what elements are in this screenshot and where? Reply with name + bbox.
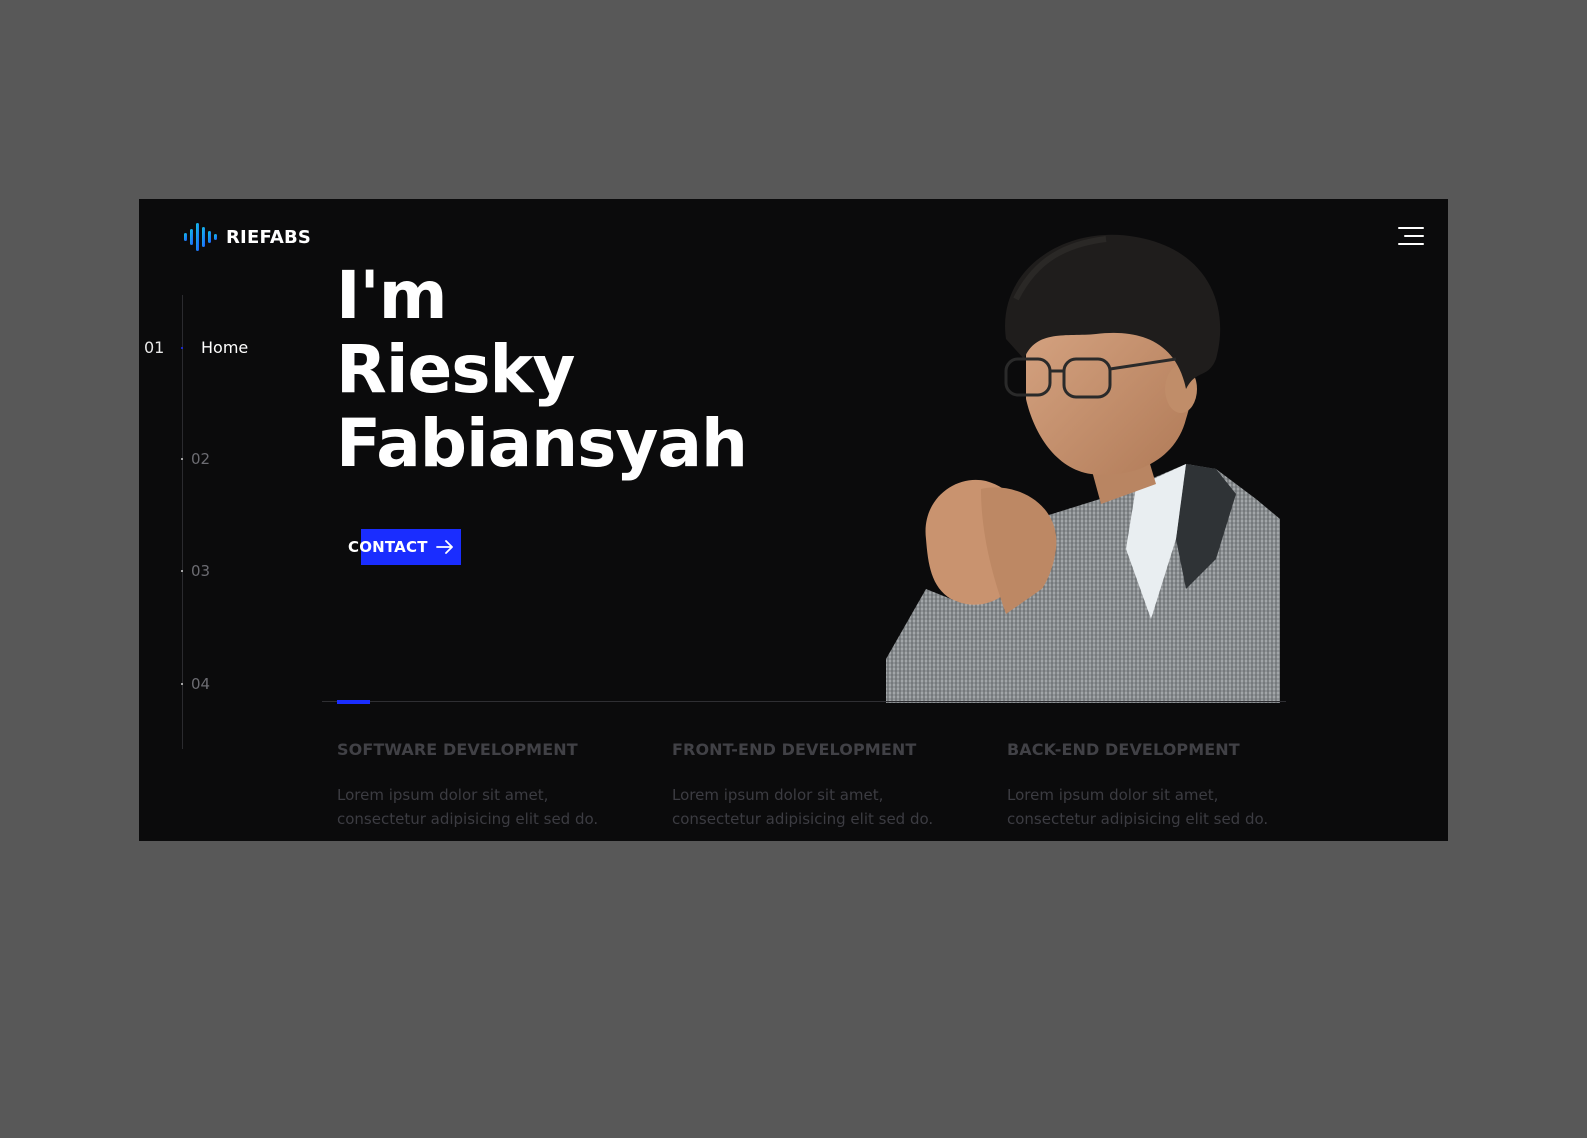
service-card: SOFTWARE DEVELOPMENT Lorem ipsum dolor s… xyxy=(337,740,637,831)
side-nav-dot xyxy=(181,683,183,685)
service-title: SOFTWARE DEVELOPMENT xyxy=(337,740,578,759)
brand-logo[interactable]: RIEFABS xyxy=(182,221,311,253)
service-description-line: Lorem ipsum dolor sit amet, xyxy=(1007,786,1219,804)
service-card: BACK-END DEVELOPMENT Lorem ipsum dolor s… xyxy=(1007,740,1307,831)
hero-line-2: Riesky xyxy=(336,331,575,408)
service-card: FRONT-END DEVELOPMENT Lorem ipsum dolor … xyxy=(672,740,972,831)
side-nav-item-02[interactable]: 02 xyxy=(191,450,210,468)
service-title: BACK-END DEVELOPMENT xyxy=(1007,740,1240,759)
contact-button[interactable]: CONTACT xyxy=(348,529,461,565)
side-nav-dot-active xyxy=(181,347,183,349)
divider-progress-accent xyxy=(337,700,370,704)
section-divider xyxy=(322,701,1286,702)
side-nav-item-home[interactable]: Home xyxy=(201,338,248,357)
hero-line-1: I'm xyxy=(336,257,448,334)
service-description-line: consectetur adipisicing elit sed do. xyxy=(672,810,934,828)
arrow-right-icon xyxy=(435,540,453,554)
side-nav-dot xyxy=(181,458,183,460)
side-nav-active-number[interactable]: 01 xyxy=(144,338,164,357)
hamburger-menu-icon[interactable] xyxy=(1398,227,1426,249)
hero-line-3: Fabiansyah xyxy=(336,405,748,482)
brand-name: RIEFABS xyxy=(226,226,312,248)
sound-wave-icon xyxy=(184,223,217,251)
browser-viewport: RIEFABS 01 Home 02 03 04 I'm Riesky Fabi… xyxy=(139,199,1448,841)
service-description-line: consectetur adipisicing elit sed do. xyxy=(337,810,599,828)
profile-portrait xyxy=(886,234,1280,703)
hero-heading: I'm Riesky Fabiansyah xyxy=(336,257,748,482)
service-description-line: consectetur adipisicing elit sed do. xyxy=(1007,810,1269,828)
side-nav-item-04[interactable]: 04 xyxy=(191,675,210,693)
side-nav-item-03[interactable]: 03 xyxy=(191,562,210,580)
side-nav-track xyxy=(182,295,183,749)
service-title: FRONT-END DEVELOPMENT xyxy=(672,740,917,759)
service-description-line: Lorem ipsum dolor sit amet, xyxy=(337,786,549,804)
side-nav-dot xyxy=(181,570,183,572)
service-description-line: Lorem ipsum dolor sit amet, xyxy=(672,786,884,804)
contact-button-label: CONTACT xyxy=(348,538,428,556)
